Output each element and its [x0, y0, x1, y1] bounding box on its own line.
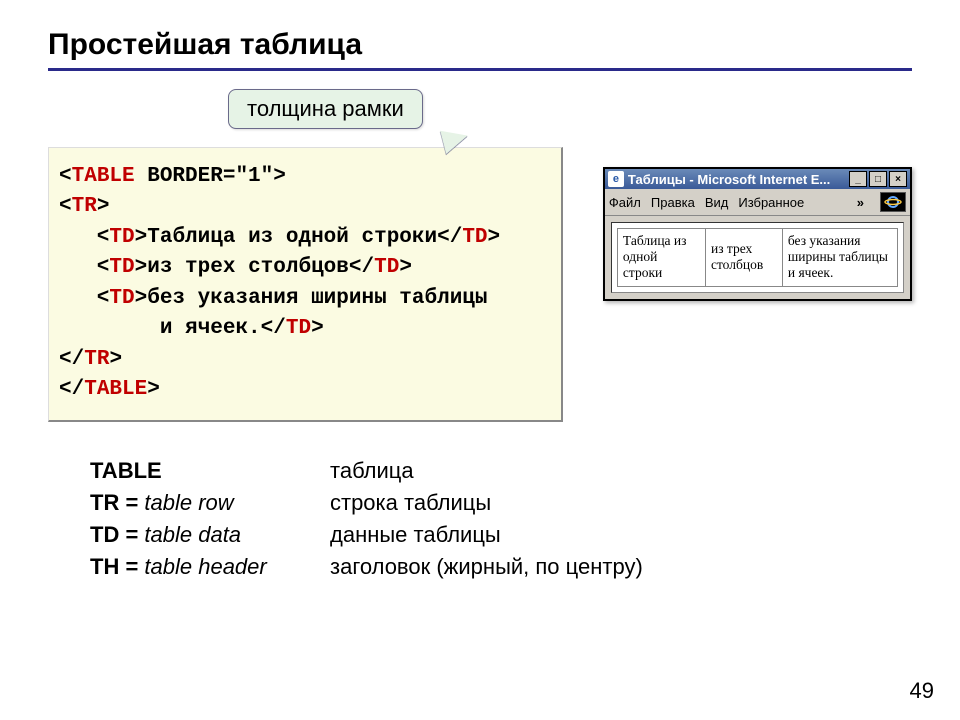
menu-favorites[interactable]: Избранное [738, 195, 804, 210]
close-button[interactable]: × [889, 171, 907, 187]
menu-more-icon[interactable]: » [857, 195, 864, 210]
code-block: <TABLE BORDER="1"> <TR> <TD>Таблица из о… [48, 147, 563, 422]
cell-3: без указания ширины таблицы и ячеек. [782, 229, 897, 287]
def-row-th: TH = table header заголовок (жирный, по … [90, 554, 912, 580]
title-underline [48, 68, 912, 71]
browser-title: Таблицы - Microsoft Internet E... [628, 172, 845, 187]
page-title: Простейшая таблица [48, 28, 912, 62]
page-number: 49 [910, 678, 934, 704]
callout-tail [436, 131, 467, 158]
rendered-table: Таблица из одной строки из трех столбцов… [617, 228, 898, 287]
callout-border-width: толщина рамки [228, 89, 423, 129]
browser-window: e Таблицы - Microsoft Internet E... _ □ … [603, 167, 912, 301]
cell-1: Таблица из одной строки [617, 229, 705, 287]
menu-view[interactable]: Вид [705, 195, 729, 210]
def-row-tr: TR = table row строка таблицы [90, 490, 912, 516]
browser-menubar: Файл Правка Вид Избранное » [605, 189, 910, 216]
ie-icon: e [608, 171, 624, 187]
cell-2: из трех столбцов [705, 229, 782, 287]
menu-file[interactable]: Файл [609, 195, 641, 210]
minimize-button[interactable]: _ [849, 171, 867, 187]
ie-logo-icon [880, 192, 906, 212]
definitions-block: TABLE таблица TR = table row строка табл… [90, 458, 912, 580]
maximize-button[interactable]: □ [869, 171, 887, 187]
def-row-td: TD = table data данные таблицы [90, 522, 912, 548]
browser-viewport: Таблица из одной строки из трех столбцов… [611, 222, 904, 293]
menu-edit[interactable]: Правка [651, 195, 695, 210]
def-row-table: TABLE таблица [90, 458, 912, 484]
browser-titlebar: e Таблицы - Microsoft Internet E... _ □ … [605, 169, 910, 189]
